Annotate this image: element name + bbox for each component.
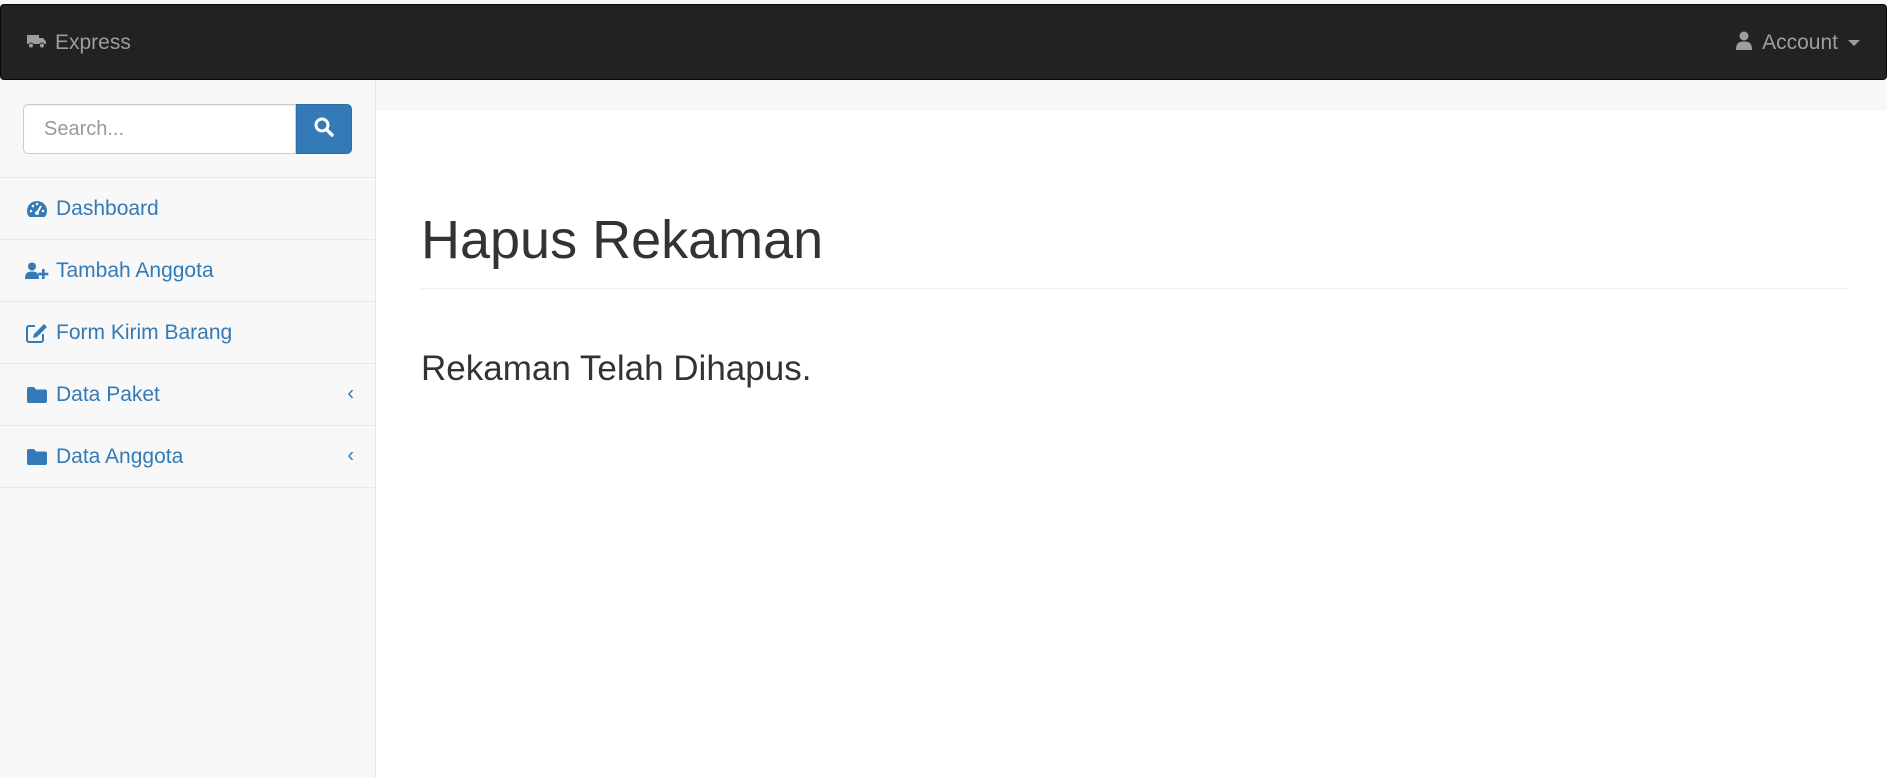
sidebar-nav: Dashboard Tambah Anggota Form Kirim Bara… (0, 177, 376, 488)
truck-icon (27, 31, 55, 55)
status-message: Rekaman Telah Dihapus. (421, 349, 812, 388)
edit-icon (25, 321, 49, 345)
brand-label: Express (55, 31, 131, 54)
sidebar-item-label: Data Paket (56, 382, 160, 406)
sidebar-item-tambah-anggota[interactable]: Tambah Anggota (0, 240, 376, 302)
sidebar-item-data-anggota[interactable]: Data Anggota ‹ (0, 426, 376, 488)
sidebar: Dashboard Tambah Anggota Form Kirim Ba (0, 80, 376, 778)
sidebar-item-label: Form Kirim Barang (56, 320, 233, 344)
title-divider (421, 288, 1848, 289)
chevron-left-icon[interactable]: ‹ (347, 444, 354, 467)
account-dropdown[interactable]: Account (1736, 5, 1860, 81)
sidebar-item-label: Tambah Anggota (56, 258, 214, 282)
brand-link[interactable]: Express (27, 5, 131, 81)
search-icon (314, 117, 334, 142)
sidebar-search (23, 104, 352, 154)
sidebar-item-form-kirim-barang[interactable]: Form Kirim Barang (0, 302, 376, 364)
caret-down-icon (1848, 40, 1860, 46)
page-title: Hapus Rekaman (421, 210, 824, 270)
sidebar-item-label: Dashboard (56, 196, 159, 220)
top-navbar: Express Account (0, 4, 1887, 80)
chevron-left-icon[interactable]: ‹ (347, 382, 354, 405)
user-plus-icon (25, 259, 49, 283)
account-label: Account (1762, 31, 1838, 54)
tachometer-icon (25, 197, 49, 221)
sidebar-item-label: Data Anggota (56, 444, 184, 468)
sidebar-item-data-paket[interactable]: Data Paket ‹ (0, 364, 376, 426)
sidebar-item-dashboard[interactable]: Dashboard (0, 178, 376, 240)
page-content: Hapus Rekaman Rekaman Telah Dihapus. (376, 111, 1887, 778)
folder-icon (25, 445, 49, 469)
user-icon (1736, 31, 1753, 56)
search-button[interactable] (296, 104, 352, 154)
search-input[interactable] (23, 104, 296, 154)
folder-icon (25, 383, 49, 407)
